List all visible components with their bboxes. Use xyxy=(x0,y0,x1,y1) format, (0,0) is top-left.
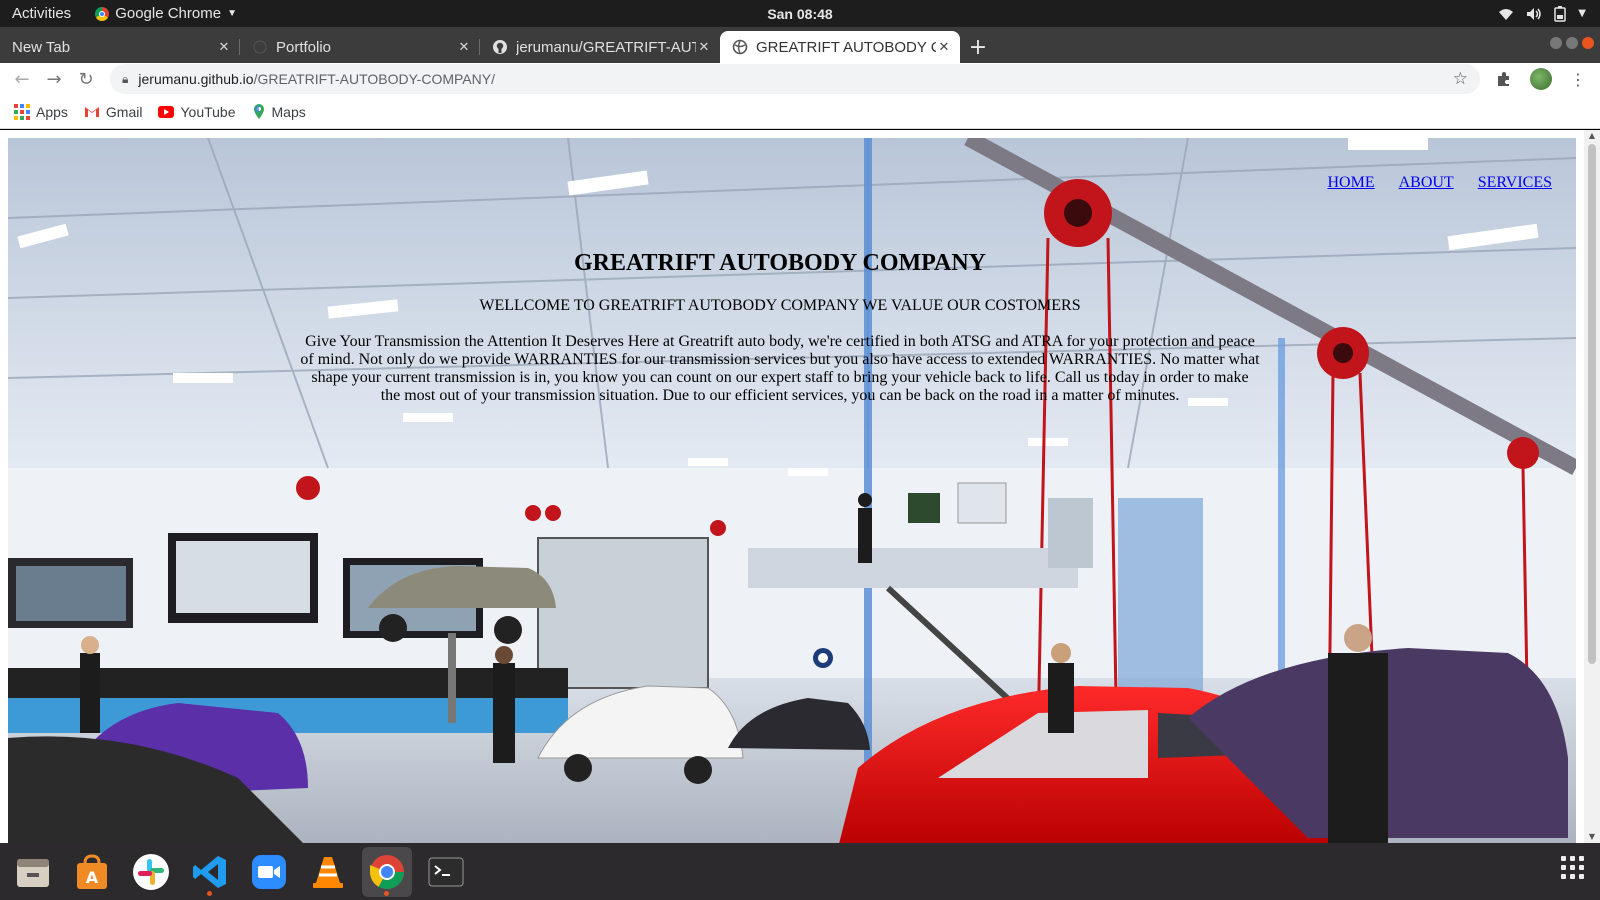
dock-vscode[interactable] xyxy=(185,847,235,897)
forward-arrow-icon[interactable]: → xyxy=(38,69,70,90)
close-tab-icon[interactable]: ✕ xyxy=(456,39,472,55)
tab-title: New Tab xyxy=(12,38,71,56)
dock-vlc[interactable] xyxy=(303,847,353,897)
zoom-icon xyxy=(252,854,286,889)
bookmark-apps[interactable]: Apps xyxy=(14,103,68,120)
maximize-icon[interactable] xyxy=(1566,37,1578,49)
system-top-bar: Activities Google Chrome ▼ San 08:48 ▼ xyxy=(0,0,1600,27)
clock[interactable]: San 08:48 xyxy=(0,6,1600,22)
app-menu[interactable]: Google Chrome ▼ xyxy=(95,5,237,22)
site-nav: HOME ABOUT SERVICES xyxy=(1327,174,1552,192)
app-menu-label: Google Chrome xyxy=(115,5,222,22)
dock-files[interactable] xyxy=(8,847,58,897)
tab-greatrift[interactable]: GREATRIFT AUTOBODY COMPANY ✕ xyxy=(720,31,960,63)
bookmark-label: Maps xyxy=(271,103,306,120)
chevron-down-icon: ▼ xyxy=(1578,8,1586,19)
close-window-icon[interactable] xyxy=(1582,37,1594,49)
youtube-icon xyxy=(158,105,175,118)
bookmark-youtube[interactable]: YouTube xyxy=(158,103,236,120)
garage-background-image xyxy=(8,138,1576,843)
chrome-icon xyxy=(95,6,110,21)
ubuntu-dock: A xyxy=(0,843,1600,900)
globe-icon xyxy=(252,39,268,55)
chevron-down-icon: ▼ xyxy=(227,8,237,19)
volume-icon xyxy=(1527,7,1542,20)
toolbar-actions: ⋮ xyxy=(1496,68,1586,90)
tab-title: GREATRIFT AUTOBODY COMPANY xyxy=(756,38,936,56)
url-host: jerumanu.github.io xyxy=(138,71,254,87)
intro-paragraph: Give Your Transmission the Attention It … xyxy=(300,333,1260,404)
github-icon xyxy=(492,39,508,55)
chrome-icon xyxy=(370,854,404,889)
new-tab-button[interactable]: + xyxy=(960,31,996,63)
maps-icon xyxy=(253,103,264,119)
wifi-icon xyxy=(1499,8,1514,20)
bookmarks-bar: Apps Gmail YouTube Maps xyxy=(0,95,1600,129)
nav-link-home[interactable]: HOME xyxy=(1327,174,1374,192)
tab-github[interactable]: jerumanu/GREATRIFT-AUTOBODY-COMPANY ✕ xyxy=(480,31,720,63)
nav-link-about[interactable]: ABOUT xyxy=(1399,174,1454,192)
dock-slack[interactable] xyxy=(126,847,176,897)
vlc-icon xyxy=(313,856,343,888)
bookmark-star-icon[interactable]: ☆ xyxy=(1453,69,1468,89)
terminal-icon xyxy=(428,857,464,886)
files-icon xyxy=(17,858,49,887)
dock-software-center[interactable]: A xyxy=(67,847,117,897)
bookmark-label: Gmail xyxy=(105,103,143,120)
back-arrow-icon[interactable]: ← xyxy=(6,69,38,90)
dock-terminal[interactable] xyxy=(421,847,471,897)
bookmark-gmail[interactable]: Gmail xyxy=(84,103,143,120)
bookmark-label: YouTube xyxy=(180,103,236,120)
extensions-puzzle-icon[interactable] xyxy=(1496,71,1512,87)
scroll-up-icon[interactable]: ▲ xyxy=(1584,130,1600,142)
nav-link-services[interactable]: SERVICES xyxy=(1478,174,1552,192)
welcome-heading: WELLCOME TO GREATRIFT AUTOBODY COMPANY W… xyxy=(479,297,1081,314)
slack-icon xyxy=(133,853,169,890)
tab-new-tab[interactable]: New Tab ✕ xyxy=(0,31,240,63)
battery-icon xyxy=(1554,5,1567,22)
page-title: GREATRIFT AUTOBODY COMPANY xyxy=(573,250,987,276)
bookmark-label: Apps xyxy=(36,103,68,120)
tab-title: jerumanu/GREATRIFT-AUTOBODY-COMPANY xyxy=(516,38,696,56)
close-tab-icon[interactable]: ✕ xyxy=(216,39,232,55)
page-viewport: HOME ABOUT SERVICES GREATRIFT AUTOBODY C… xyxy=(0,130,1600,843)
scrollbar-thumb[interactable] xyxy=(1588,144,1596,664)
address-bar[interactable]: 🔒︎ jerumanu.github.io/GREATRIFT-AUTOBODY… xyxy=(110,64,1480,94)
more-menu-icon[interactable]: ⋮ xyxy=(1570,70,1586,89)
url-path: /GREATRIFT-AUTOBODY-COMPANY/ xyxy=(253,71,495,87)
site-content: GREATRIFT AUTOBODY COMPANY WELLCOME TO G… xyxy=(300,250,1260,405)
globe-icon xyxy=(732,39,748,55)
browser-toolbar: ← → ↻ 🔒︎ jerumanu.github.io/GREATRIFT-AU… xyxy=(0,63,1600,95)
hero-section: HOME ABOUT SERVICES GREATRIFT AUTOBODY C… xyxy=(8,138,1576,843)
page-scrollbar[interactable]: ▲ ▼ xyxy=(1584,130,1600,843)
lock-icon[interactable]: 🔒︎ xyxy=(122,72,128,87)
running-indicator xyxy=(207,890,212,896)
bookmark-maps[interactable]: Maps xyxy=(252,103,306,120)
apps-grid-icon xyxy=(14,103,30,120)
dock-chrome[interactable] xyxy=(362,846,412,897)
dock-zoom[interactable] xyxy=(244,847,294,897)
minimize-icon[interactable] xyxy=(1550,37,1562,49)
window-controls xyxy=(1550,37,1594,49)
svg-text:A: A xyxy=(86,868,99,887)
scroll-down-icon[interactable]: ▼ xyxy=(1584,831,1600,843)
show-applications-grid-icon[interactable] xyxy=(1561,856,1584,879)
tab-title: Portfolio xyxy=(276,38,332,56)
running-indicator xyxy=(384,890,389,896)
close-tab-icon[interactable]: ✕ xyxy=(936,39,952,55)
gmail-icon xyxy=(84,106,99,117)
close-tab-icon[interactable]: ✕ xyxy=(696,39,712,55)
tab-strip: New Tab ✕ Portfolio ✕ jerumanu/GREATRIFT… xyxy=(0,27,1600,63)
vscode-icon xyxy=(193,855,226,888)
activities-button[interactable]: Activities xyxy=(12,5,71,22)
software-center-icon: A xyxy=(77,853,107,889)
tab-portfolio[interactable]: Portfolio ✕ xyxy=(240,31,480,63)
system-tray[interactable]: ▼ xyxy=(1498,0,1586,27)
profile-avatar[interactable] xyxy=(1530,68,1552,90)
reload-icon[interactable]: ↻ xyxy=(70,69,102,90)
